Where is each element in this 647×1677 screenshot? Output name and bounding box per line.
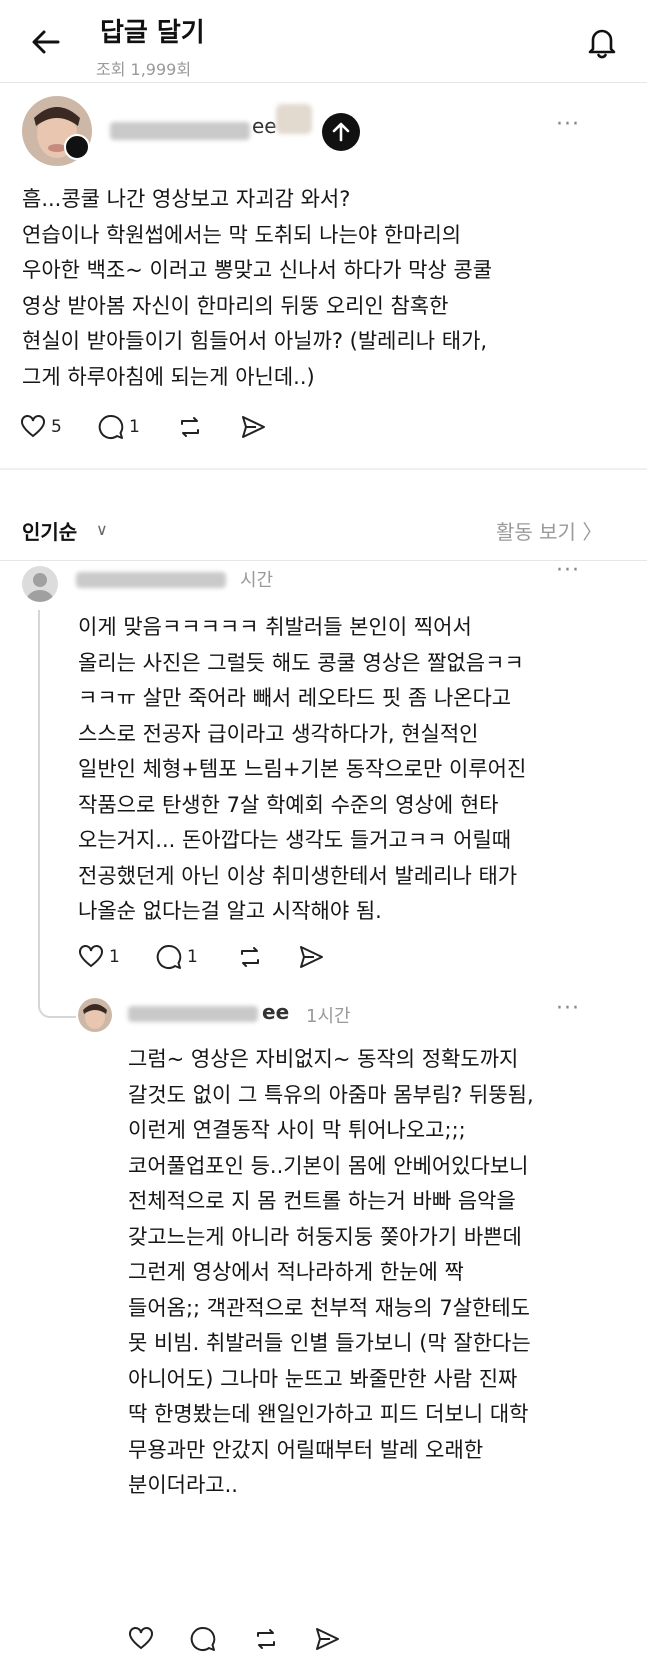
repost-icon <box>257 1629 275 1649</box>
speech-bubble-icon <box>98 414 124 439</box>
header-divider <box>0 82 647 83</box>
author-name-redacted <box>110 122 250 140</box>
comment-body: 이게 맞음ㅋㅋㅋㅋㅋ 취발러들 본인이 찍어서 올리는 사진은 그럴듯 해도 콩… <box>78 615 527 923</box>
reply-author-name-redacted <box>128 1006 258 1022</box>
comment-like-count: 1 <box>109 947 120 967</box>
send-icon <box>316 1628 339 1650</box>
post-reply-button[interactable]: 1 <box>98 414 140 440</box>
reply-reply-button[interactable] <box>190 1626 216 1652</box>
follow-up-button[interactable] <box>322 113 360 151</box>
comment-more-icon[interactable]: ··· <box>556 558 580 583</box>
post-body: 흠...콩쿨 나간 영상보고 자괴감 와서? 연습이나 학원썹에서는 막 도취되… <box>22 187 493 389</box>
bell-icon[interactable] <box>584 24 620 60</box>
post-like-button[interactable]: 5 <box>20 414 62 440</box>
view-activity-link[interactable]: 활동 보기 〉 <box>496 516 602 545</box>
post-reply-count: 1 <box>129 417 140 437</box>
reply-more-icon[interactable]: ··· <box>556 996 580 1021</box>
send-icon <box>242 416 265 438</box>
author-name-tail: ee <box>252 114 277 138</box>
comment-reply-count: 1 <box>187 947 198 967</box>
reply-author-name-tail: ee <box>262 1000 290 1024</box>
post-share-button[interactable] <box>240 414 266 440</box>
repost-icon <box>241 947 259 967</box>
commenter-name-redacted <box>76 572 226 588</box>
comment-like-button[interactable]: 1 <box>78 944 120 970</box>
view-count: 조회 1,999회 <box>96 60 192 79</box>
comment-reply-button[interactable]: 1 <box>156 944 198 970</box>
commenter-avatar[interactable] <box>22 566 58 602</box>
post-like-count: 5 <box>51 417 62 437</box>
heart-icon <box>21 415 45 438</box>
reply-repost-button[interactable] <box>252 1626 280 1652</box>
post-repost-button[interactable] <box>176 414 204 440</box>
reply-time: 1시간 <box>306 1006 351 1027</box>
section-divider <box>0 468 647 470</box>
verified-badge-icon <box>64 134 90 160</box>
page-title: 답글 달기 <box>100 18 205 48</box>
thread-connector <box>38 996 76 1018</box>
reply-author-avatar[interactable] <box>78 998 112 1032</box>
speech-bubble-icon <box>190 1626 216 1651</box>
reply-like-button[interactable] <box>128 1626 154 1652</box>
send-icon <box>300 946 323 968</box>
heart-icon <box>129 1627 153 1650</box>
comment-time: 시간 <box>240 570 274 591</box>
comment-share-button[interactable] <box>298 944 324 970</box>
heart-icon <box>79 945 103 968</box>
back-arrow-icon[interactable] <box>30 26 62 58</box>
reply-share-button[interactable] <box>314 1626 340 1652</box>
post-more-icon[interactable]: ··· <box>556 112 580 137</box>
sort-label[interactable]: 인기순 <box>22 516 77 545</box>
sort-divider <box>0 560 647 561</box>
chevron-down-icon[interactable]: ∨ <box>96 520 108 539</box>
repost-icon <box>181 417 199 437</box>
thread-line <box>38 610 40 1000</box>
reply-body: 그럼~ 영상은 자비없지~ 동작의 정확도까지 갈것도 없이 그 특유의 아줌마… <box>128 1047 534 1497</box>
post-thumbnail[interactable] <box>276 104 312 134</box>
speech-bubble-icon <box>156 944 182 969</box>
comment-repost-button[interactable] <box>236 944 264 970</box>
